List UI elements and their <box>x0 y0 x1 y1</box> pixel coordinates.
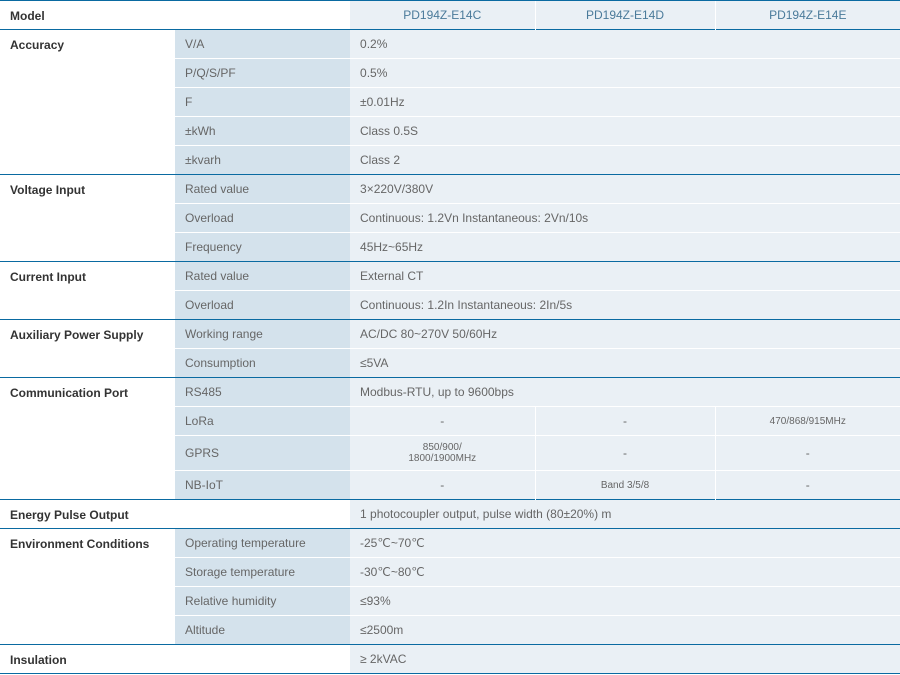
param-va: V/A <box>175 30 350 59</box>
value-insulation: ≥ 2kVAC <box>350 645 900 674</box>
spec-table: Model PD194Z-E14C PD194Z-E14D PD194Z-E14… <box>0 0 900 674</box>
param-aux-range: Working range <box>175 320 350 349</box>
category-epo: Energy Pulse Output <box>0 500 350 529</box>
param-aux-cons: Consumption <box>175 349 350 378</box>
value-v-freq: 45Hz~65Hz <box>350 233 900 262</box>
value-gprs-m3: - <box>715 436 900 471</box>
value-va: 0.2% <box>350 30 900 59</box>
value-nbiot-m1: - <box>350 471 535 500</box>
table-row: Accuracy V/A 0.2% <box>0 30 900 59</box>
table-row: Auxiliary Power Supply Working range AC/… <box>0 320 900 349</box>
value-env-stor: -30℃~80℃ <box>350 558 900 587</box>
value-nbiot-m2: Band 3/5/8 <box>535 471 715 500</box>
param-env-rh: Relative humidity <box>175 587 350 616</box>
model-col-3: PD194Z-E14E <box>715 1 900 30</box>
value-v-rated: 3×220V/380V <box>350 175 900 204</box>
value-v-overload: Continuous: 1.2Vn Instantaneous: 2Vn/10s <box>350 204 900 233</box>
value-kwh: Class 0.5S <box>350 117 900 146</box>
table-header-row: Model PD194Z-E14C PD194Z-E14D PD194Z-E14… <box>0 1 900 30</box>
value-gprs-m2: - <box>535 436 715 471</box>
category-aux: Auxiliary Power Supply <box>0 320 175 378</box>
param-gprs: GPRS <box>175 436 350 471</box>
param-v-rated: Rated value <box>175 175 350 204</box>
value-aux-range: AC/DC 80~270V 50/60Hz <box>350 320 900 349</box>
value-c-overload: Continuous: 1.2In Instantaneous: 2In/5s <box>350 291 900 320</box>
category-current: Current Input <box>0 262 175 320</box>
value-f: ±0.01Hz <box>350 88 900 117</box>
value-lora-m3: 470/868/915MHz <box>715 407 900 436</box>
value-kvarh: Class 2 <box>350 146 900 175</box>
param-f: F <box>175 88 350 117</box>
value-nbiot-m3: - <box>715 471 900 500</box>
param-c-rated: Rated value <box>175 262 350 291</box>
model-col-1: PD194Z-E14C <box>350 1 535 30</box>
param-env-stor: Storage temperature <box>175 558 350 587</box>
category-accuracy: Accuracy <box>0 30 175 175</box>
value-c-rated: External CT <box>350 262 900 291</box>
category-insulation: Insulation <box>0 645 350 674</box>
value-lora-m1: - <box>350 407 535 436</box>
param-lora: LoRa <box>175 407 350 436</box>
param-env-op: Operating temperature <box>175 529 350 558</box>
category-comm: Communication Port <box>0 378 175 500</box>
value-env-op: -25℃~70℃ <box>350 529 900 558</box>
param-nbiot: NB-IoT <box>175 471 350 500</box>
value-aux-cons: ≤5VA <box>350 349 900 378</box>
table-row: Environment Conditions Operating tempera… <box>0 529 900 558</box>
table-row: Energy Pulse Output 1 photocoupler outpu… <box>0 500 900 529</box>
value-pqspf: 0.5% <box>350 59 900 88</box>
value-rs485: Modbus-RTU, up to 9600bps <box>350 378 900 407</box>
table-row: Voltage Input Rated value 3×220V/380V <box>0 175 900 204</box>
value-env-rh: ≤93% <box>350 587 900 616</box>
param-kvarh: ±kvarh <box>175 146 350 175</box>
table-row: Communication Port RS485 Modbus-RTU, up … <box>0 378 900 407</box>
category-env: Environment Conditions <box>0 529 175 645</box>
value-env-alt: ≤2500m <box>350 616 900 645</box>
param-kwh: ±kWh <box>175 117 350 146</box>
param-env-alt: Altitude <box>175 616 350 645</box>
value-epo: 1 photocoupler output, pulse width (80±2… <box>350 500 900 529</box>
param-rs485: RS485 <box>175 378 350 407</box>
param-c-overload: Overload <box>175 291 350 320</box>
param-v-freq: Frequency <box>175 233 350 262</box>
model-col-2: PD194Z-E14D <box>535 1 715 30</box>
table-row: Insulation ≥ 2kVAC <box>0 645 900 674</box>
param-pqspf: P/Q/S/PF <box>175 59 350 88</box>
param-v-overload: Overload <box>175 204 350 233</box>
value-gprs-m1: 850/900/ 1800/1900MHz <box>350 436 535 471</box>
category-voltage: Voltage Input <box>0 175 175 262</box>
table-row: Current Input Rated value External CT <box>0 262 900 291</box>
value-lora-m2: - <box>535 407 715 436</box>
model-label: Model <box>0 1 350 30</box>
